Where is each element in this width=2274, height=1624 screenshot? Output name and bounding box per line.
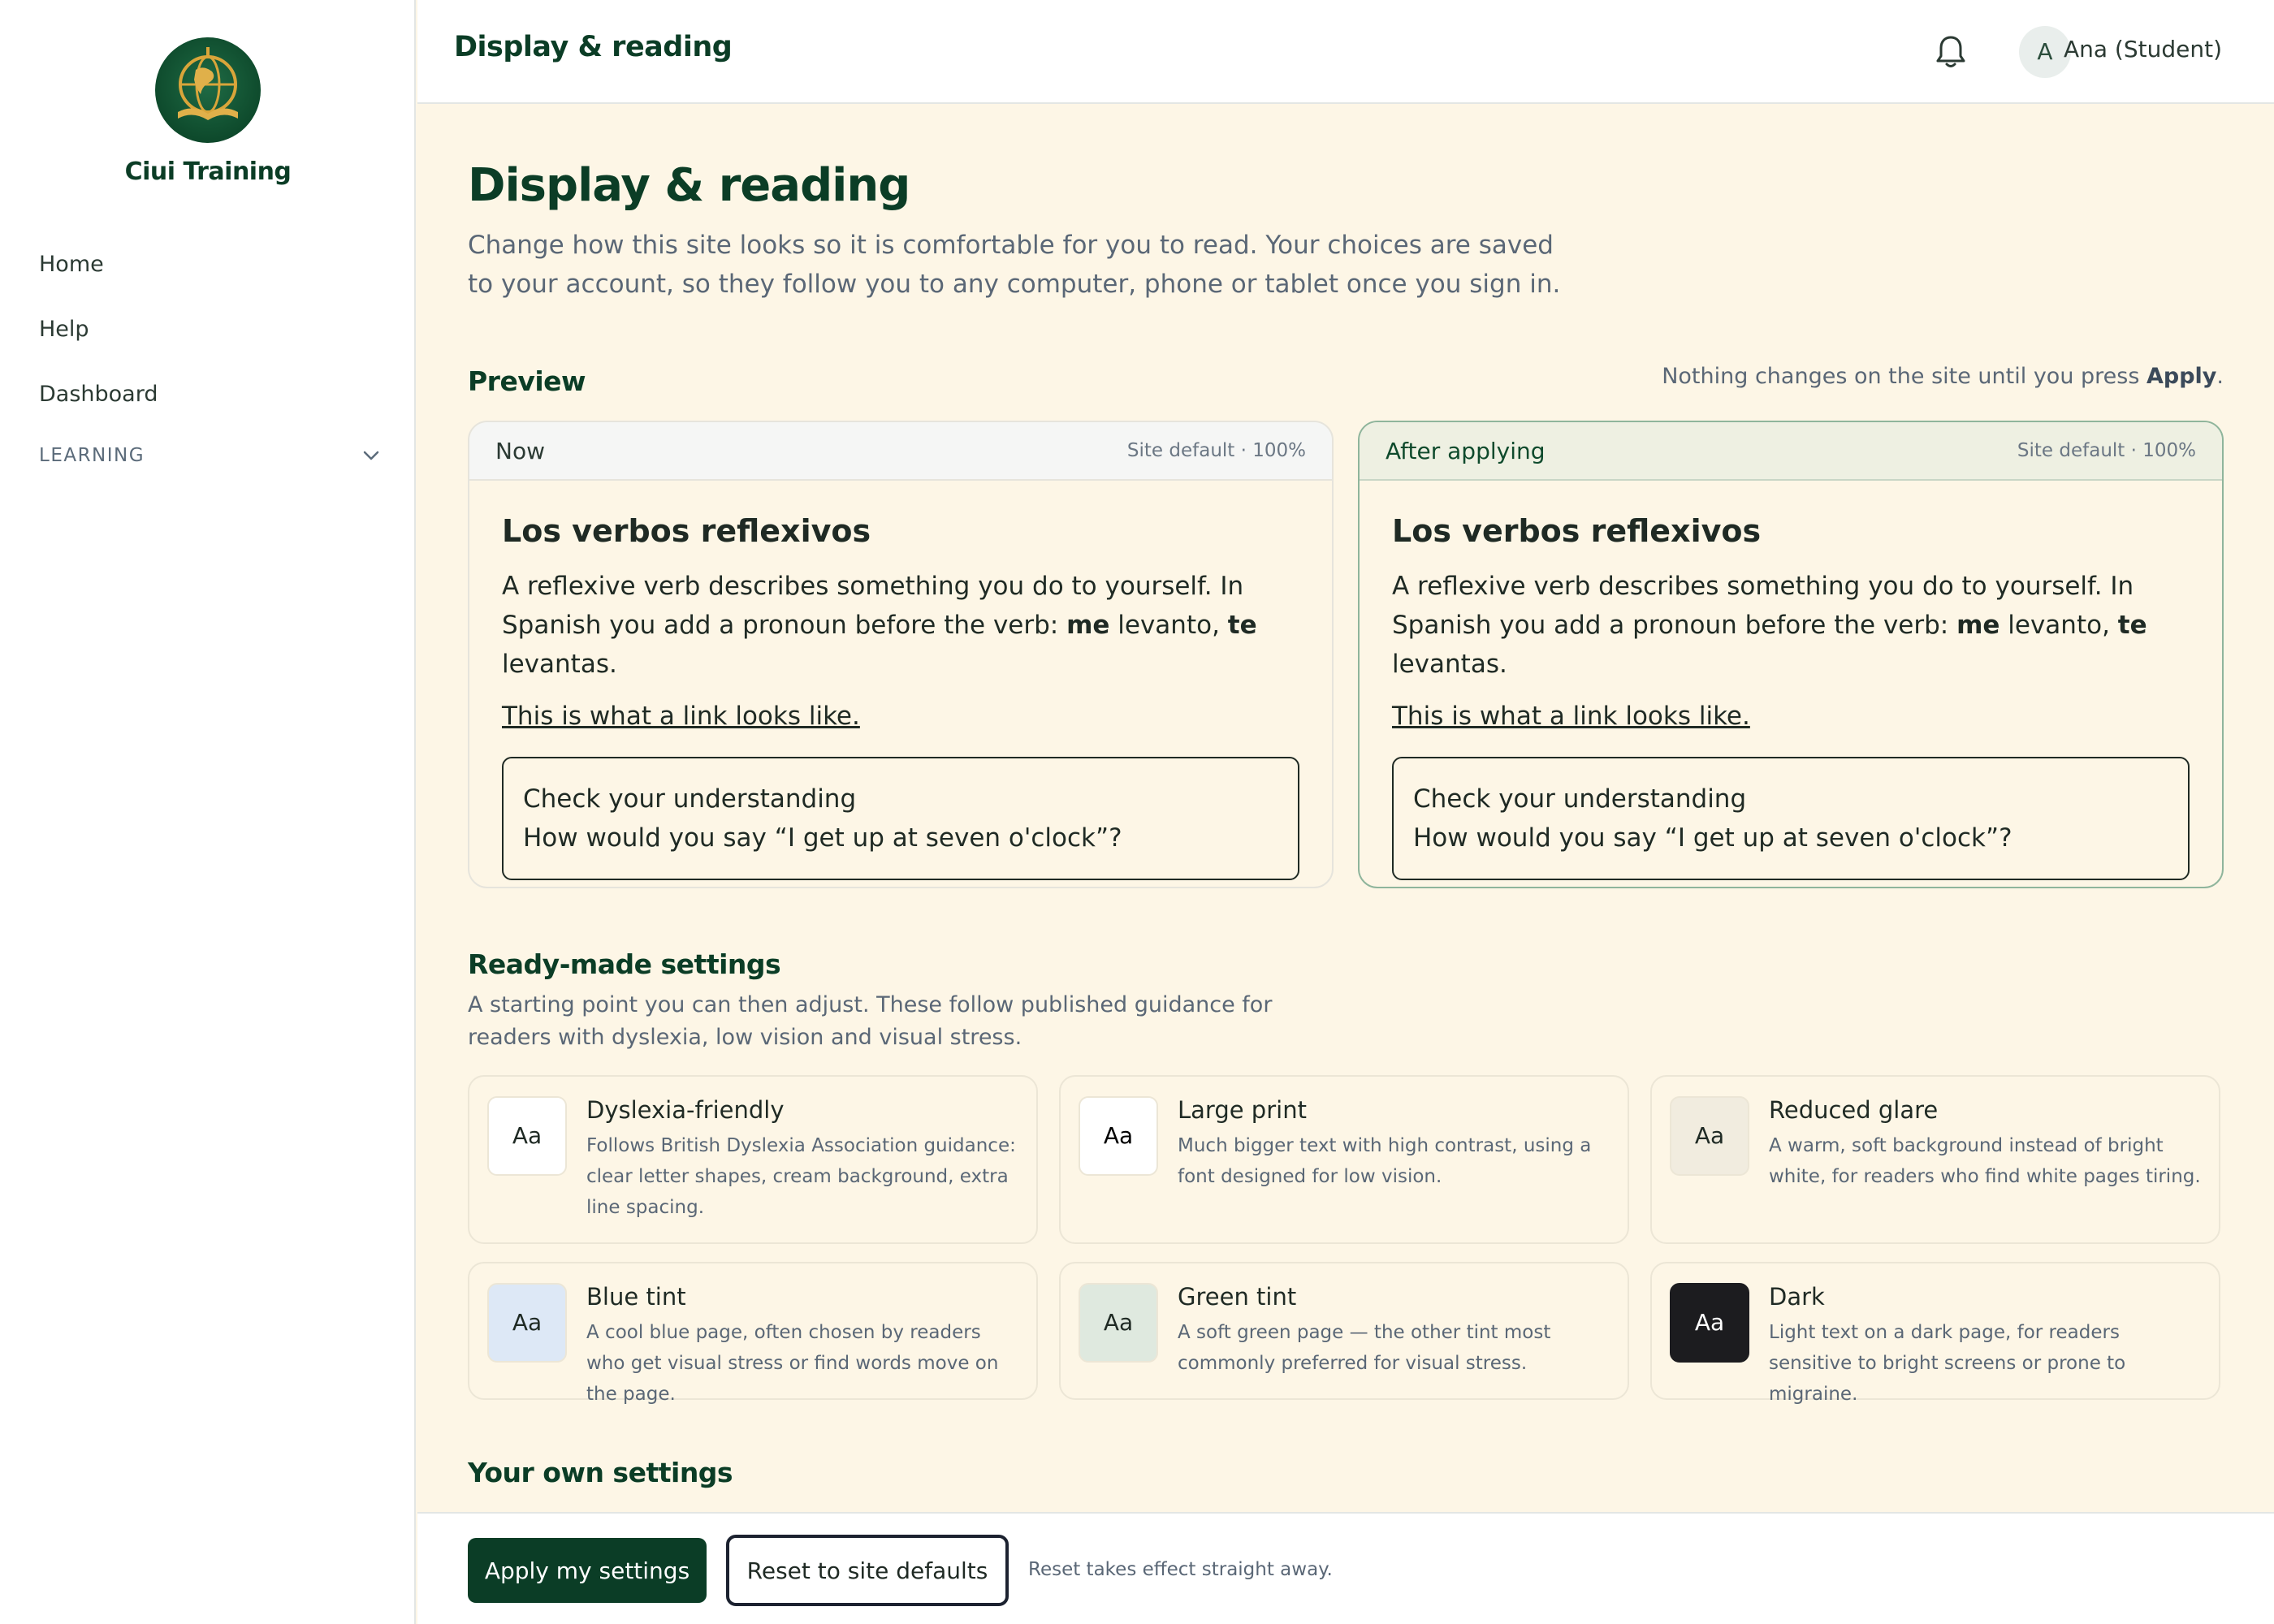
sample-text: A reflexive verb describes something you… xyxy=(1392,567,2190,684)
preset-name: Reduced glare xyxy=(1769,1096,1939,1124)
user-name[interactable]: Ana (Student) xyxy=(2064,36,2222,63)
preset-swatch: Aa xyxy=(487,1283,567,1363)
preset-info: Dark Light text on a dark page, for read… xyxy=(1769,1283,2201,1405)
topbar: Display & reading A Ana (Student) xyxy=(417,0,2274,104)
preset-description: A warm, soft background instead of brigh… xyxy=(1769,1135,2201,1187)
action-bar: Apply my settings Reset to site defaults… xyxy=(417,1512,2274,1624)
globe-book-logo xyxy=(155,37,261,143)
sample-title: Los verbos reflexivos xyxy=(502,513,871,549)
ready-heading: Ready-made settings xyxy=(468,948,781,980)
preset-green-tint[interactable]: Aa Green tint A soft green page — the ot… xyxy=(1059,1262,1629,1400)
own-settings-heading: Your own settings xyxy=(468,1457,733,1488)
preset-info: Blue tint A cool blue page, often chosen… xyxy=(586,1283,1018,1405)
preview-card-label: After applying xyxy=(1386,437,1546,464)
brand-name: Ciui Training xyxy=(124,158,292,186)
preset-name: Dark xyxy=(1769,1283,1825,1311)
preset-swatch: Aa xyxy=(1670,1096,1749,1176)
sample-text-part: levantas. xyxy=(502,650,617,679)
preset-description: A soft green page — the other tint most … xyxy=(1178,1322,1551,1374)
brand[interactable]: Ciui Training xyxy=(0,37,416,186)
preset-info: Green tint A soft green page — the other… xyxy=(1178,1283,1610,1379)
preset-info: Large print Much bigger text with high c… xyxy=(1178,1096,1610,1223)
preset-large-print[interactable]: Aa Large print Much bigger text with hig… xyxy=(1059,1075,1629,1244)
preset-swatch: Aa xyxy=(1079,1283,1158,1363)
sidebar-section-learning[interactable]: LEARNING xyxy=(39,445,380,466)
preset-swatch: Aa xyxy=(1079,1096,1158,1176)
preset-swatch: Aa xyxy=(487,1096,567,1176)
preview-card-now: Now Site default · 100% Los verbos refle… xyxy=(468,421,1334,888)
sample-link[interactable]: This is what a link looks like. xyxy=(502,702,860,731)
check-title: Check your understanding xyxy=(1413,784,1747,814)
preview-note: Nothing changes on the site until you pr… xyxy=(1662,364,2224,389)
preset-swatch: Aa xyxy=(1670,1283,1749,1363)
sidebar-item-dashboard[interactable]: Dashboard xyxy=(39,374,380,438)
preview-card-body: Los verbos reflexivos A reflexive verb d… xyxy=(1360,481,2222,880)
preset-info: Dyslexia-friendly Follows British Dyslex… xyxy=(586,1096,1018,1223)
sample-check-box: Check your understanding How would you s… xyxy=(502,757,1299,880)
reset-defaults-button[interactable]: Reset to site defaults xyxy=(726,1535,1009,1606)
ready-description: A starting point you can then adjust. Th… xyxy=(468,992,1273,1050)
sidebar-section-label: LEARNING xyxy=(39,445,145,466)
preview-note-text: Nothing changes on the site until you pr… xyxy=(1662,364,2146,389)
sample-text-part: levanto, xyxy=(1109,611,1228,640)
preset-description: Light text on a dark page, for readers s… xyxy=(1769,1322,2126,1405)
sample-link[interactable]: This is what a link looks like. xyxy=(1392,702,1750,731)
sidebar-nav: Home Help Dashboard LEARNING xyxy=(39,244,380,466)
preset-description: A cool blue page, often chosen by reader… xyxy=(586,1322,999,1405)
apply-settings-button[interactable]: Apply my settings xyxy=(468,1538,707,1603)
preset-description: Much bigger text with high contrast, usi… xyxy=(1178,1135,1592,1187)
page-intro: Change how this site looks so it is comf… xyxy=(468,231,1561,299)
sample-text-bold: te xyxy=(2117,611,2147,640)
sample-text-part: levantas. xyxy=(1392,650,1507,679)
preview-card-body: Los verbos reflexivos A reflexive verb d… xyxy=(469,481,1332,880)
preview-heading: Preview xyxy=(468,365,586,397)
sample-check-box: Check your understanding How would you s… xyxy=(1392,757,2190,880)
check-title: Check your understanding xyxy=(523,784,857,814)
preview-card-header: Now Site default · 100% xyxy=(469,422,1332,481)
bell-icon[interactable] xyxy=(1935,34,1967,70)
preset-blue-tint[interactable]: Aa Blue tint A cool blue page, often cho… xyxy=(468,1262,1038,1405)
sample-text: A reflexive verb describes something you… xyxy=(502,567,1299,684)
preview-note-action: Apply xyxy=(2146,364,2217,389)
preview-note-suffix: . xyxy=(2216,364,2224,389)
check-question: How would you say “I get up at seven o'c… xyxy=(1413,823,2012,853)
sample-text-part: levanto, xyxy=(1999,611,2118,640)
preset-name: Green tint xyxy=(1178,1283,1297,1311)
preset-name: Dyslexia-friendly xyxy=(586,1096,785,1124)
sidebar-item-help[interactable]: Help xyxy=(39,309,380,374)
chevron-down-icon xyxy=(363,451,379,460)
preview-card-scale: Site default · 100% xyxy=(2017,440,2196,461)
reset-note: Reset takes effect straight away. xyxy=(1028,1559,1333,1580)
sample-text-bold: te xyxy=(1227,611,1257,640)
preview-card-after: After applying Site default · 100% Los v… xyxy=(1358,421,2224,888)
preset-dyslexia-friendly[interactable]: Aa Dyslexia-friendly Follows British Dys… xyxy=(468,1075,1038,1244)
preset-name: Large print xyxy=(1178,1096,1307,1124)
check-question: How would you say “I get up at seven o'c… xyxy=(523,823,1122,853)
sidebar: Ciui Training Home Help Dashboard LEARNI… xyxy=(0,0,416,1624)
sidebar-item-home[interactable]: Home xyxy=(39,244,380,309)
sample-text-bold: me xyxy=(1066,611,1110,640)
preview-card-label: Now xyxy=(495,437,545,464)
preset-description: Follows British Dyslexia Association gui… xyxy=(586,1135,1016,1218)
sample-text-bold: me xyxy=(1956,611,2000,640)
preview-card-header: After applying Site default · 100% xyxy=(1360,422,2222,481)
topbar-title: Display & reading xyxy=(454,31,733,63)
preset-dark[interactable]: Aa Dark Light text on a dark page, for r… xyxy=(1650,1262,2220,1405)
page-title: Display & reading xyxy=(468,159,910,212)
preset-reduced-glare[interactable]: Aa Reduced glare A warm, soft background… xyxy=(1650,1075,2220,1244)
preset-info: Reduced glare A warm, soft background in… xyxy=(1769,1096,2201,1223)
preview-card-scale: Site default · 100% xyxy=(1126,440,1306,461)
sample-title: Los verbos reflexivos xyxy=(1392,513,1762,549)
preset-name: Blue tint xyxy=(586,1283,686,1311)
